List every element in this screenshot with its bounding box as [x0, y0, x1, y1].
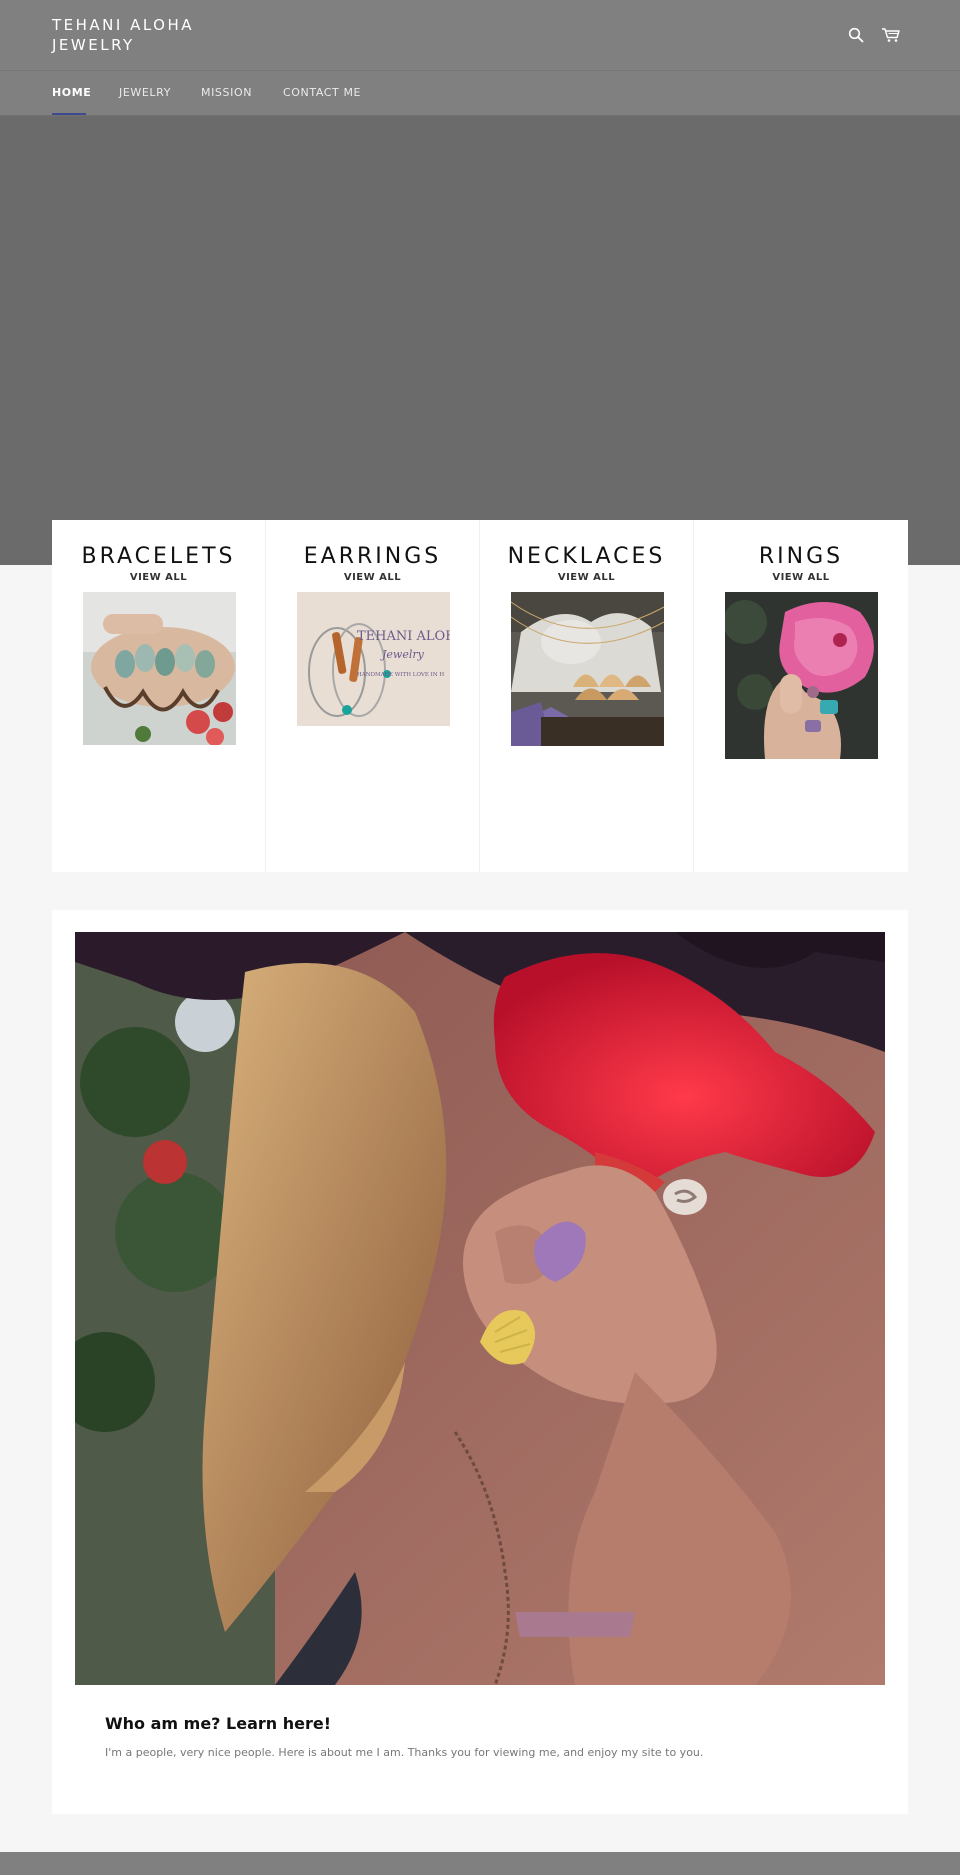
earrings-image-text-3: HANDMADE WITH LOVE IN H: [357, 672, 444, 678]
main-nav: HOME JEWELRY MISSION CONTACT ME: [0, 70, 960, 116]
view-all-link[interactable]: VIEW ALL: [266, 572, 479, 583]
nav-item-jewelry[interactable]: JEWELRY: [119, 71, 171, 116]
logo-line-2: JEWELRY: [52, 36, 135, 54]
site-logo[interactable]: TEHANI ALOHA JEWELRY: [52, 15, 252, 55]
nav-active-indicator: [52, 113, 86, 115]
necklaces-image[interactable]: [511, 592, 664, 746]
logo-line-1: TEHANI ALOHA: [52, 16, 195, 34]
search-icon[interactable]: [846, 25, 866, 45]
collection-title: NECKLACES: [507, 544, 666, 569]
collection-title: BRACELETS: [81, 544, 236, 569]
cart-icon[interactable]: [881, 25, 901, 45]
earrings-image-text-1: TEHANI ALOH: [357, 629, 450, 644]
nav-item-home[interactable]: HOME: [52, 71, 91, 116]
feature-text: I'm a people, very nice people. Here is …: [105, 1746, 704, 1759]
view-all-link[interactable]: VIEW ALL: [694, 572, 908, 583]
rings-image[interactable]: [725, 592, 878, 759]
feature-title: Who am me? Learn here!: [105, 1714, 331, 1733]
collection-title: EARRINGS: [303, 544, 442, 569]
footer-strip: [0, 1852, 960, 1875]
about-feature: Who am me? Learn here! I'm a people, ver…: [52, 910, 908, 1814]
collection-title: RINGS: [758, 544, 844, 569]
earrings-image-text-2: Jewelry: [380, 648, 425, 661]
collection-rings[interactable]: RINGS VIEW ALL: [694, 520, 908, 872]
hero-banner: [0, 116, 960, 565]
collection-earrings[interactable]: EARRINGS VIEW ALL TEHANI ALOH Jewelry HA…: [266, 520, 480, 872]
collection-grid: BRACELETS VIEW ALL EARRINGS VIEW ALL TEH…: [52, 520, 908, 872]
nav-item-contact-me[interactable]: CONTACT ME: [283, 71, 361, 116]
earrings-image[interactable]: TEHANI ALOH Jewelry HANDMADE WITH LOVE I…: [297, 592, 450, 726]
feature-image: [75, 932, 885, 1685]
view-all-link[interactable]: VIEW ALL: [480, 572, 693, 583]
view-all-link[interactable]: VIEW ALL: [52, 572, 265, 583]
collection-bracelets[interactable]: BRACELETS VIEW ALL: [52, 520, 266, 872]
site-header: TEHANI ALOHA JEWELRY: [0, 0, 960, 70]
bracelets-image[interactable]: [83, 592, 236, 745]
collection-necklaces[interactable]: NECKLACES VIEW ALL: [480, 520, 694, 872]
nav-item-mission[interactable]: MISSION: [201, 71, 252, 116]
